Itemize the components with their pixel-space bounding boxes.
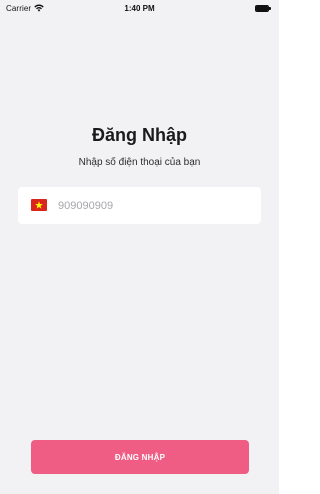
vietnam-flag-icon[interactable] <box>31 199 47 211</box>
login-screen: Carrier 1:40 PM Đăng Nhập Nhập số điện t… <box>0 0 279 494</box>
status-bar: Carrier 1:40 PM <box>0 0 279 18</box>
phone-number-input[interactable] <box>58 195 248 217</box>
page-title: Đăng Nhập <box>91 125 187 145</box>
page-subtitle: Nhập số điện thoại của bạn <box>78 157 201 168</box>
status-time: 1:40 PM <box>124 4 155 13</box>
phone-number-field[interactable] <box>18 187 261 224</box>
battery-icon <box>255 5 273 13</box>
login-button[interactable]: ĐĂNG NHẬP <box>31 440 249 474</box>
